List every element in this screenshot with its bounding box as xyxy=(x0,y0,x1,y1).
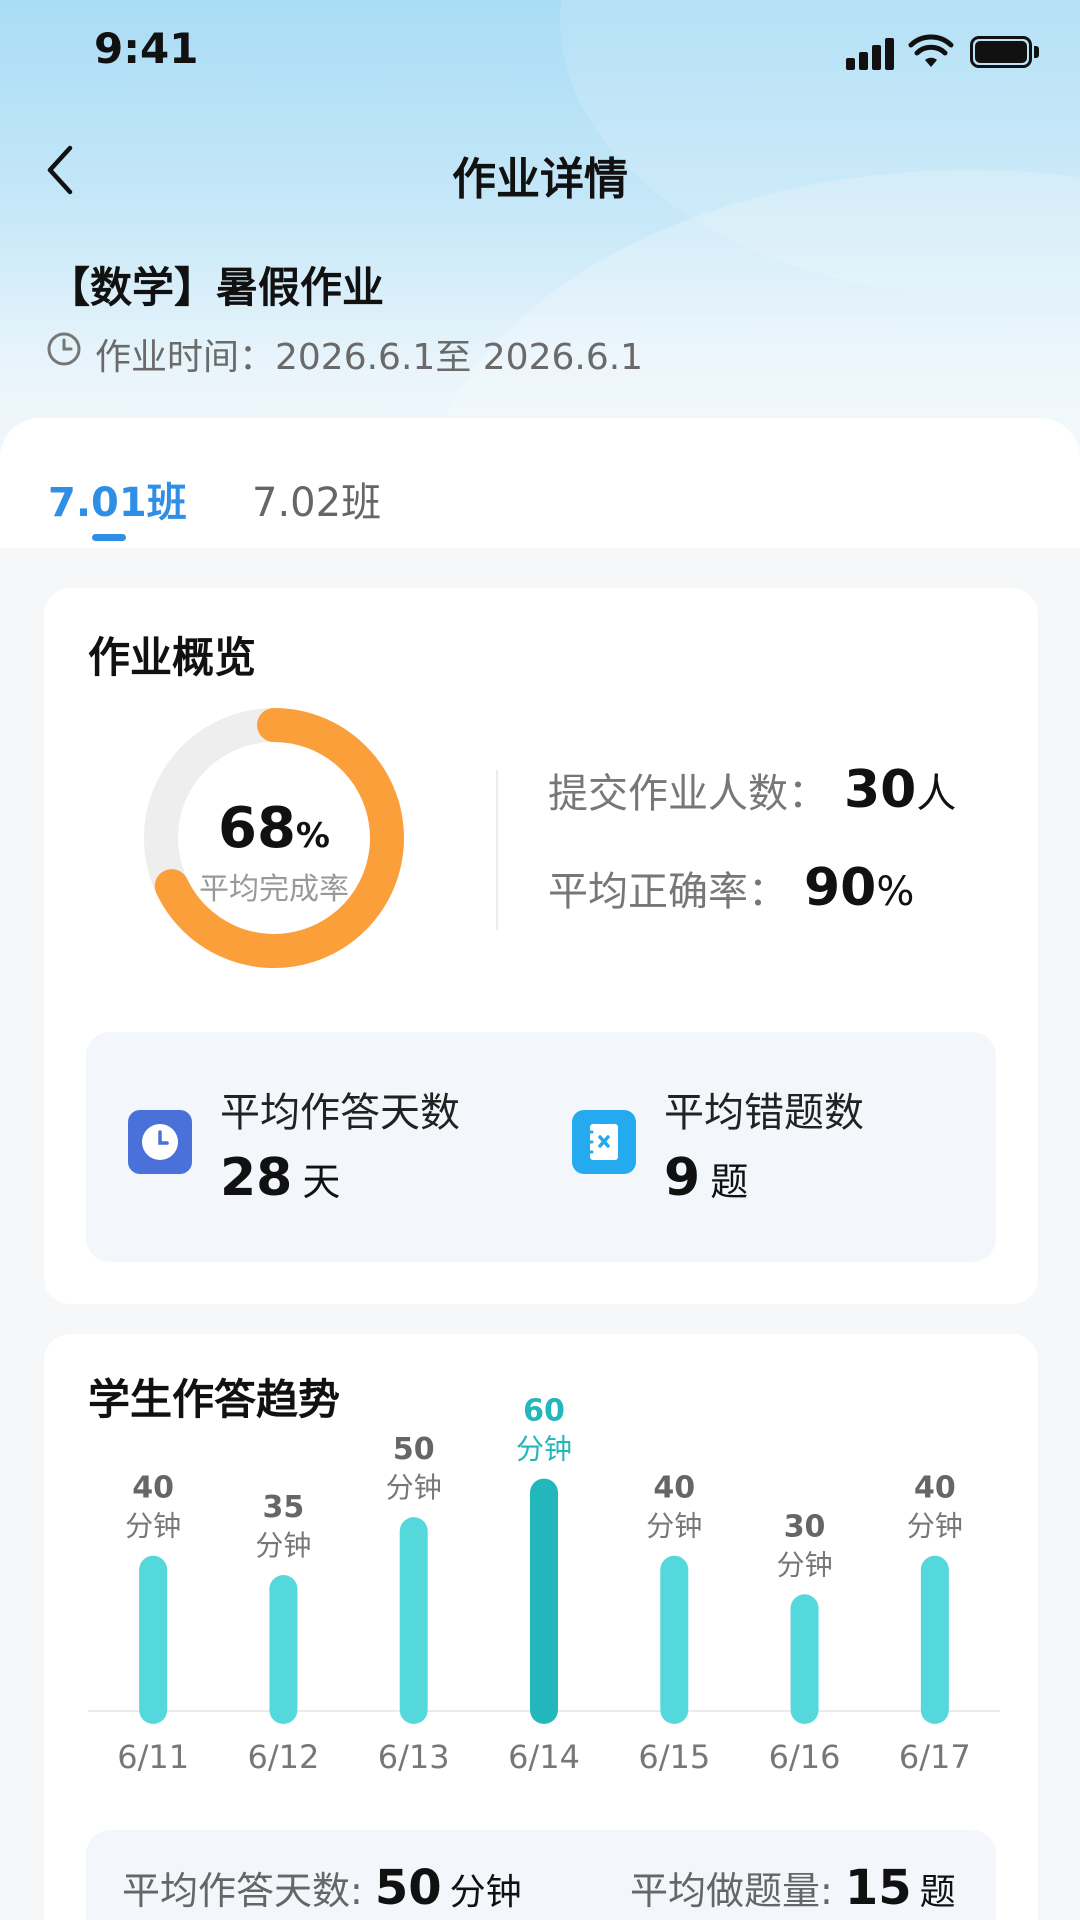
submit-count-unit: 人 xyxy=(916,771,957,817)
bar-value-label: 40 xyxy=(653,1471,695,1506)
accuracy-value: 90 xyxy=(804,858,877,918)
page-title: 作业详情 xyxy=(452,154,628,205)
submit-count-value: 30 xyxy=(844,760,917,820)
bar-unit-label: 分钟 xyxy=(386,1471,442,1504)
homework-title: 【数学】暑假作业 xyxy=(48,263,385,312)
trend-card: 学生作答趋势 40 分钟 35 分钟 50 分钟 60 分钟 40 分钟 30 分钟 40 分钟 6/11… xyxy=(44,1334,1038,1920)
x-axis-tick-label: 6/15 xyxy=(638,1738,711,1776)
bar-unit-label: 分钟 xyxy=(255,1529,311,1562)
x-axis-tick-label: 6/11 xyxy=(117,1738,190,1776)
bar-value-label: 60 xyxy=(523,1394,565,1429)
homework-time: 作业时间：2026.6.1至 2026.6.1 xyxy=(95,337,644,378)
battery-icon xyxy=(970,36,1040,68)
chart-bar xyxy=(660,1555,689,1724)
status-time: 9:41 xyxy=(94,24,199,73)
overview-sub-stats: 平均作答天数 28 天 平均错题数 9题 xyxy=(86,1032,996,1262)
wifi-icon xyxy=(908,34,954,67)
chart-bar xyxy=(399,1517,428,1724)
avg-questions-value: 15 xyxy=(844,1860,912,1916)
divider xyxy=(496,770,498,930)
bar-unit-label: 分钟 xyxy=(125,1510,181,1543)
bar-value-label: 35 xyxy=(263,1490,305,1525)
chart-bar xyxy=(790,1594,819,1724)
avg-answer-time-unit: 分钟 xyxy=(449,1872,522,1913)
bar-value-label: 40 xyxy=(132,1471,174,1506)
chart-bar xyxy=(530,1478,558,1724)
avg-days-label: 平均作答天数 xyxy=(220,1090,460,1136)
accuracy-label: 平均正确率： xyxy=(548,869,788,915)
avg-wrong-value: 9题 xyxy=(664,1148,749,1208)
tab-class-702[interactable]: 7.02班 xyxy=(252,470,381,528)
clock-icon xyxy=(47,332,81,366)
x-axis-tick-label: 6/17 xyxy=(898,1738,971,1776)
completion-rate: 68% xyxy=(217,796,330,861)
submit-count-stat: 提交作业人数： 30人 xyxy=(548,760,956,820)
avg-days-value: 28 天 xyxy=(220,1148,341,1208)
trend-summary: 平均作答天数: 50 分钟 平均做题量: 15 题 xyxy=(86,1830,996,1920)
bar-unit-label: 分钟 xyxy=(907,1510,963,1543)
avg-wrong-label: 平均错题数 xyxy=(664,1090,864,1136)
tab-class-701[interactable]: 7.01班 xyxy=(48,470,187,528)
x-axis-tick-label: 6/14 xyxy=(508,1738,580,1776)
accuracy-stat: 平均正确率： 90% xyxy=(548,858,914,918)
avg-answer-time-stat: 平均作答天数: 50 分钟 xyxy=(122,1860,522,1916)
bar-unit-label: 分钟 xyxy=(516,1433,572,1466)
bar-unit-label: 分钟 xyxy=(777,1548,833,1581)
overview-title: 作业概览 xyxy=(88,633,257,682)
chart-bar xyxy=(139,1555,168,1724)
cellular-signal-icon xyxy=(846,38,896,70)
avg-questions-stat: 平均做题量: 15 题 xyxy=(630,1860,956,1916)
bar-value-label: 50 xyxy=(393,1432,435,1467)
active-tab-indicator xyxy=(92,534,126,541)
accuracy-unit: % xyxy=(876,869,915,915)
bar-value-label: 40 xyxy=(914,1471,956,1506)
avg-answer-time-label: 平均作答天数: xyxy=(122,1869,363,1913)
clock-icon xyxy=(128,1110,192,1174)
chart-bar xyxy=(269,1575,298,1724)
avg-questions-unit: 题 xyxy=(919,1872,956,1913)
completion-label: 平均完成率 xyxy=(199,872,349,907)
bar-unit-label: 分钟 xyxy=(646,1510,702,1543)
avg-questions-label: 平均做题量: xyxy=(630,1869,833,1913)
x-axis-tick-label: 6/13 xyxy=(377,1738,450,1776)
avg-answer-time-value: 50 xyxy=(374,1860,442,1916)
submit-count-label: 提交作业人数： xyxy=(548,771,828,817)
chart-bar xyxy=(920,1555,949,1724)
bar-value-label: 30 xyxy=(784,1509,826,1544)
overview-card: 作业概览 68% 平均完成率 提交作业人数： 30人 平均正确率： 90% 平均作答… xyxy=(44,588,1038,1304)
wrong-notebook-icon xyxy=(572,1110,636,1174)
x-axis-tick-label: 6/16 xyxy=(768,1738,841,1776)
x-axis-tick-label: 6/12 xyxy=(247,1738,320,1776)
